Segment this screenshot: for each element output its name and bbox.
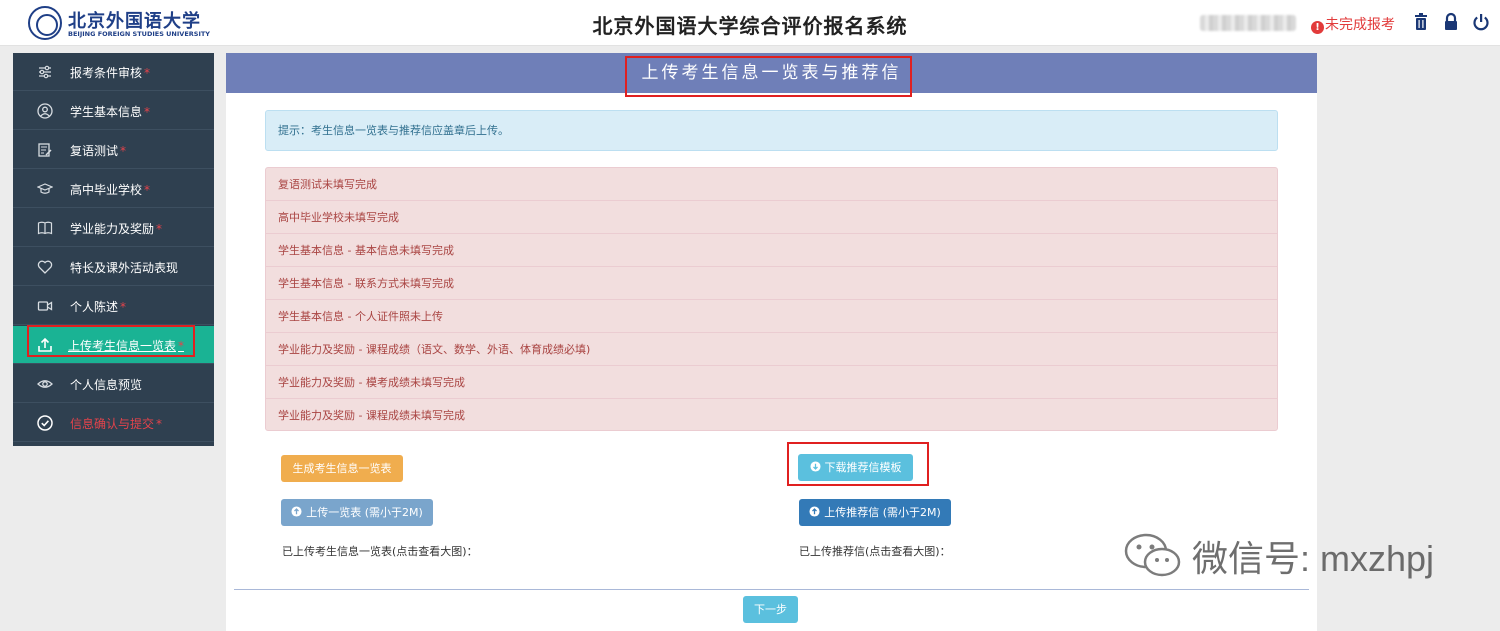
lock-icon[interactable] <box>1441 12 1461 32</box>
sidebar-item-preview[interactable]: 个人信息预览 <box>13 365 214 403</box>
error-item: 高中毕业学校未填写完成 <box>266 201 1277 234</box>
upload-circle-icon <box>809 506 820 517</box>
sidebar-item-academic-awards[interactable]: 学业能力及奖励 * <box>13 209 214 247</box>
required-marker: * <box>156 222 163 236</box>
watermark-text: 微信号: mxzhpj <box>1192 538 1435 579</box>
sidebar-item-label: 复语测试 <box>70 144 119 158</box>
sidebar-item-label: 学业能力及奖励 <box>70 222 155 236</box>
sidebar-item-high-school[interactable]: 高中毕业学校 * <box>13 170 214 208</box>
sliders-icon <box>37 64 53 80</box>
sidebar-item-label: 学生基本信息 <box>70 105 143 119</box>
graduation-cap-icon <box>36 181 54 197</box>
wechat-icon <box>1122 531 1184 581</box>
error-item: 学生基本信息 - 联系方式未填写完成 <box>266 267 1277 300</box>
upload-list-button[interactable]: 上传一览表 (需小于2M) <box>281 499 433 526</box>
sidebar-item-eligibility-review[interactable]: 报考条件审核 * <box>13 53 214 91</box>
required-marker: * <box>156 417 163 431</box>
generate-info-list-button[interactable]: 生成考生信息一览表 <box>281 455 403 482</box>
required-marker: * <box>144 66 151 80</box>
uploaded-list-label: 已上传考生信息一览表(点击查看大图)： <box>282 545 478 558</box>
required-marker: * <box>178 339 185 353</box>
eye-icon <box>37 376 53 392</box>
user-circle-icon <box>37 103 53 119</box>
status-indicator: ! 未完成报考 <box>1311 14 1395 34</box>
sidebar-item-label: 个人陈述 <box>70 300 119 314</box>
download-template-button[interactable]: 下载推荐信模板 <box>798 454 913 481</box>
alert-icon: ! <box>1311 21 1324 34</box>
sidebar-item-confirm-submit[interactable]: 信息确认与提交 * <box>13 404 214 442</box>
sidebar-item-student-basic-info[interactable]: 学生基本信息 * <box>13 92 214 130</box>
error-item: 学生基本信息 - 基本信息未填写完成 <box>266 234 1277 267</box>
video-camera-icon <box>37 298 53 314</box>
wechat-watermark: 微信号: mxzhpj <box>1122 530 1434 590</box>
upload-letter-label: 上传推荐信 (需小于2M) <box>824 506 941 519</box>
sidebar-item-language-test[interactable]: 复语测试 * <box>13 131 214 169</box>
check-circle-icon <box>37 415 53 431</box>
sidebar-nav: 报考条件审核 * 学生基本信息 * 复语测试 * 高中毕业学校 * 学业能力及奖励 * 特… <box>13 53 214 446</box>
sidebar-item-label: 报考条件审核 <box>70 66 143 80</box>
download-template-label: 下载推荐信模板 <box>824 461 902 474</box>
header: 北京外国语大学 BEIJING FOREIGN STUDIES UNIVERSI… <box>0 0 1500 46</box>
required-marker: * <box>120 144 127 158</box>
trash-icon[interactable] <box>1411 12 1431 32</box>
required-marker: * <box>120 300 127 314</box>
edit-document-icon <box>37 142 53 158</box>
heart-icon <box>37 259 53 275</box>
book-icon <box>37 220 53 236</box>
sidebar-item-extracurricular[interactable]: 特长及课外活动表现 <box>13 248 214 286</box>
download-circle-icon <box>809 461 821 472</box>
upload-icon <box>37 337 53 353</box>
banner-title: 上传考生信息一览表与推荐信 <box>226 53 1317 93</box>
error-item: 复语测试未填写完成 <box>266 168 1277 201</box>
sidebar-item-label: 信息确认与提交 <box>70 417 155 431</box>
sidebar-item-label: 高中毕业学校 <box>70 183 143 197</box>
tip-alert: 提示：考生信息一览表与推荐信应盖章后上传。 <box>265 110 1278 151</box>
sidebar-item-label: 个人信息预览 <box>70 378 143 392</box>
status-text: 未完成报考 <box>1325 17 1395 33</box>
required-marker: * <box>144 183 151 197</box>
error-item: 学业能力及奖励 - 课程成绩（语文、数学、外语、体育成绩必填) <box>266 333 1277 366</box>
power-icon[interactable] <box>1471 12 1491 32</box>
upload-letter-button[interactable]: 上传推荐信 (需小于2M) <box>799 499 951 526</box>
sidebar-item-label: 上传考生信息一览表 <box>68 339 177 353</box>
next-step-button[interactable]: 下一步 <box>743 596 798 623</box>
sidebar-item-upload-info-list[interactable]: 上传考生信息一览表 * <box>13 326 214 364</box>
uploaded-letter-label: 已上传推荐信(点击查看大图)： <box>799 545 951 558</box>
error-item: 学业能力及奖励 - 模考成绩未填写完成 <box>266 366 1277 399</box>
upload-list-label: 上传一览表 (需小于2M) <box>306 506 423 519</box>
error-item: 学业能力及奖励 - 课程成绩未填写完成 <box>278 409 465 422</box>
upload-circle-icon <box>291 506 302 517</box>
sidebar-item-label: 特长及课外活动表现 <box>70 261 179 275</box>
sidebar-item-personal-statement[interactable]: 个人陈述 * <box>13 287 214 325</box>
error-item: 学生基本信息 - 个人证件照未上传 <box>266 300 1277 333</box>
incomplete-items-alert: 复语测试未填写完成 高中毕业学校未填写完成 学生基本信息 - 基本信息未填写完成… <box>265 167 1278 431</box>
required-marker: * <box>144 105 151 119</box>
username-blurred <box>1200 15 1296 31</box>
